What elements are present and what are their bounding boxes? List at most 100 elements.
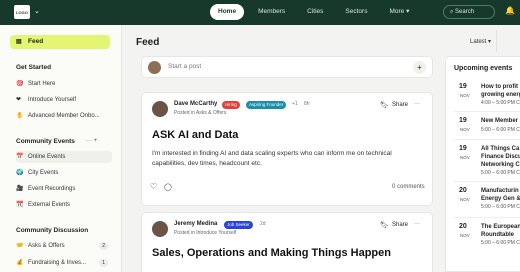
main-nav: Home Members Cities Sectors More ▾ (210, 4, 417, 20)
handshake-icon: 🤝 (16, 243, 24, 249)
target-icon: 🎯 (16, 81, 24, 87)
event-month: NOV (460, 93, 470, 98)
avatar[interactable] (152, 101, 168, 117)
sidebar-item-city-events[interactable]: 🌍 City Events (16, 167, 112, 179)
event-item[interactable]: 20 NOV Manufacturin Energy Gen & 5:00 – … (454, 187, 520, 217)
start-post-placeholder: Start a post (168, 63, 202, 70)
search-input[interactable]: ⌕ Search (443, 5, 495, 19)
sidebar-item-label: City Events (28, 170, 59, 176)
nav-sectors[interactable]: Sectors (337, 4, 375, 20)
divider (454, 111, 520, 112)
event-time: 5:00 – 6:00 PM C (481, 170, 520, 176)
event-month: NOV (460, 127, 470, 132)
post-body: I'm interested in finding AI and data sc… (152, 150, 392, 167)
tag-badge: Hiring (222, 101, 240, 109)
post-title[interactable]: Sales, Operations and Making Things Happ… (152, 247, 402, 260)
sidebar-item-label: Advanced Member Onbo... (28, 113, 100, 119)
bookmark-icon[interactable]: 🔖︎ (380, 101, 389, 109)
divider (454, 181, 520, 182)
nav-more[interactable]: More ▾ (381, 4, 417, 20)
share-button[interactable]: Share (392, 222, 408, 228)
sidebar-item-feed[interactable]: ▤ Feed (10, 35, 110, 49)
money-icon: 💰 (16, 260, 24, 266)
sidebar-item-label: Event Recordings (28, 186, 76, 192)
bookmark-icon[interactable]: 🔖︎ (380, 221, 389, 229)
nav-members[interactable]: Members (250, 4, 293, 20)
sidebar-item-asks-offers[interactable]: 🤝 Asks & Offers 2 (16, 240, 112, 252)
community-logo[interactable]: LOGO (14, 5, 30, 19)
search-icon: ⌕ (450, 9, 454, 15)
nav-home[interactable]: Home (210, 4, 245, 20)
event-item[interactable]: 20 NOV The European Roundtable 5:00 – 6:… (454, 223, 520, 253)
event-title: New Member (481, 118, 519, 124)
avatar[interactable] (152, 221, 168, 237)
comment-icon[interactable]: ◯ (164, 183, 172, 191)
extra-tags-count[interactable]: +1 (292, 101, 298, 107)
sidebar-item-advanced-onboarding[interactable]: ✋ Advanced Member Onbo... (16, 110, 112, 122)
section-title-community-discussion: Community Discussion (16, 227, 89, 234)
search-label: Search (455, 9, 475, 15)
post-time: 8h (304, 101, 310, 107)
post-title[interactable]: ASK AI and Data (152, 129, 238, 141)
section-title-community-events: Community Events (16, 138, 75, 145)
sidebar-item-label: External Events (28, 202, 71, 208)
section-title-get-started: Get Started (16, 64, 52, 71)
post-card: Jeremy Medina Job Seeker 2d Posted in In… (141, 212, 433, 272)
globe-icon: 🌍 (16, 170, 24, 176)
event-item[interactable]: 19 NOV How to profit growing energ 4:00 … (454, 83, 520, 111)
bell-icon[interactable]: 🔔 (505, 6, 515, 15)
sidebar-item-introduce-yourself[interactable]: ❤ Introduce Yourself (16, 94, 112, 106)
sidebar-item-event-recordings[interactable]: 🎥 Event Recordings (16, 183, 112, 195)
share-button[interactable]: Share (392, 102, 408, 108)
heart-icon[interactable]: ♡ (150, 182, 157, 191)
sidebar-item-label: Online Events (28, 154, 66, 160)
logo-text: LOGO (16, 9, 28, 15)
nav-cities[interactable]: Cities (299, 4, 331, 20)
tag-badge: Aspiring Founder (246, 101, 287, 109)
page-title: Feed (136, 37, 160, 48)
event-month: NOV (460, 233, 470, 238)
top-navbar: LOGO ⌄ Home Members Cities Sectors More … (0, 0, 520, 25)
comments-count[interactable]: 0 comments (392, 184, 425, 190)
sidebar-item-label: Asks & Offers (28, 243, 65, 249)
event-day: 19 (459, 117, 467, 124)
sidebar-item-start-here[interactable]: 🎯 Start Here (16, 78, 112, 90)
event-time: 5:00 – 6:00 PM C (481, 240, 520, 246)
event-day: 19 (459, 145, 467, 152)
heart-icon: ❤ (16, 97, 22, 103)
post-card: Dave McCarthy Hiring Aspiring Founder +1… (141, 92, 433, 206)
event-item[interactable]: 19 NOV All Things Ca Finance Discu Netwo… (454, 145, 520, 181)
event-item[interactable]: 19 NOV New Member 5:00 – 6:00 PM C (454, 117, 520, 139)
posted-in[interactable]: Posted in Introduce Yourself (174, 230, 236, 236)
more-options-icon[interactable]: ··· (414, 221, 420, 227)
nav-more-label: More (389, 8, 405, 15)
event-title: Manufacturin Energy Gen & (481, 188, 520, 202)
section-actions[interactable]: ··· + (86, 138, 97, 144)
chevron-down-icon[interactable]: ⌄ (34, 7, 40, 15)
event-title: How to profit growing energ (481, 84, 520, 98)
sidebar-item-label: Fundraising & Inves... (28, 260, 87, 266)
sidebar-item-fundraising[interactable]: 💰 Fundraising & Inves... 1 (16, 257, 112, 269)
event-day: 20 (459, 223, 467, 230)
sort-dropdown[interactable]: Latest ▾ (470, 38, 491, 45)
tag-badge: Job Seeker (224, 221, 253, 229)
sidebar-item-label: Feed (28, 38, 44, 45)
post-author[interactable]: Jeremy Medina (174, 221, 217, 227)
feed-icon: ▤ (16, 39, 22, 45)
event-day: 19 (459, 83, 467, 90)
sidebar-item-online-events[interactable]: 📅 Online Events (16, 151, 112, 163)
avatar (148, 61, 161, 74)
start-post-input[interactable]: Start a post + (141, 56, 433, 78)
event-time: 5:00 – 6:00 PM C (481, 204, 520, 210)
more-options-icon[interactable]: ··· (414, 101, 420, 107)
event-month: NOV (460, 155, 470, 160)
event-time: 5:00 – 6:00 PM C (481, 127, 520, 133)
calendar-icon: 📆 (16, 202, 24, 208)
sidebar: ▤ Feed Get Started 🎯 Start Here ❤ Introduc… (0, 25, 122, 272)
count-badge: 2 (99, 242, 108, 250)
sidebar-item-external-events[interactable]: 📆 External Events (16, 199, 112, 211)
divider (496, 30, 497, 52)
post-author[interactable]: Dave McCarthy (174, 101, 217, 107)
plus-icon[interactable]: + (413, 61, 426, 74)
posted-in[interactable]: Posted in Asks & Offers (174, 110, 226, 116)
